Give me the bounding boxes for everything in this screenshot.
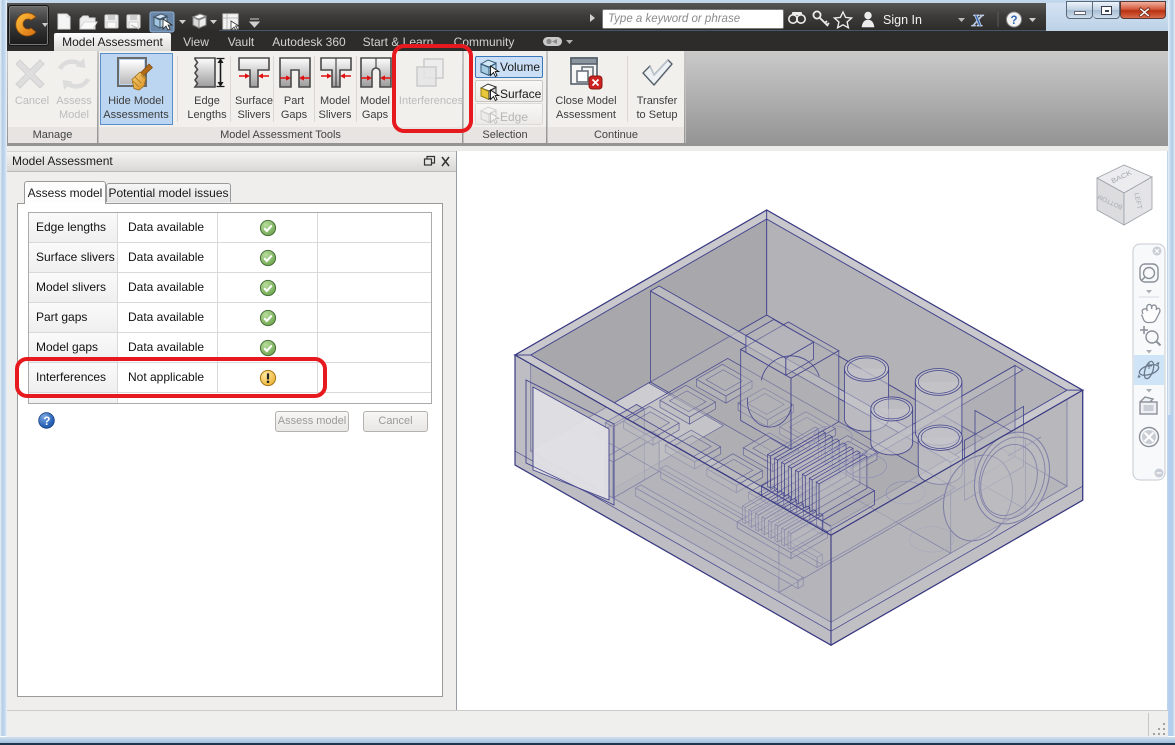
svg-text:?: ? [43, 416, 50, 428]
svg-text:?: ? [1011, 15, 1018, 27]
svg-text:X: X [971, 11, 984, 30]
svg-text:Sign In: Sign In [883, 13, 922, 27]
